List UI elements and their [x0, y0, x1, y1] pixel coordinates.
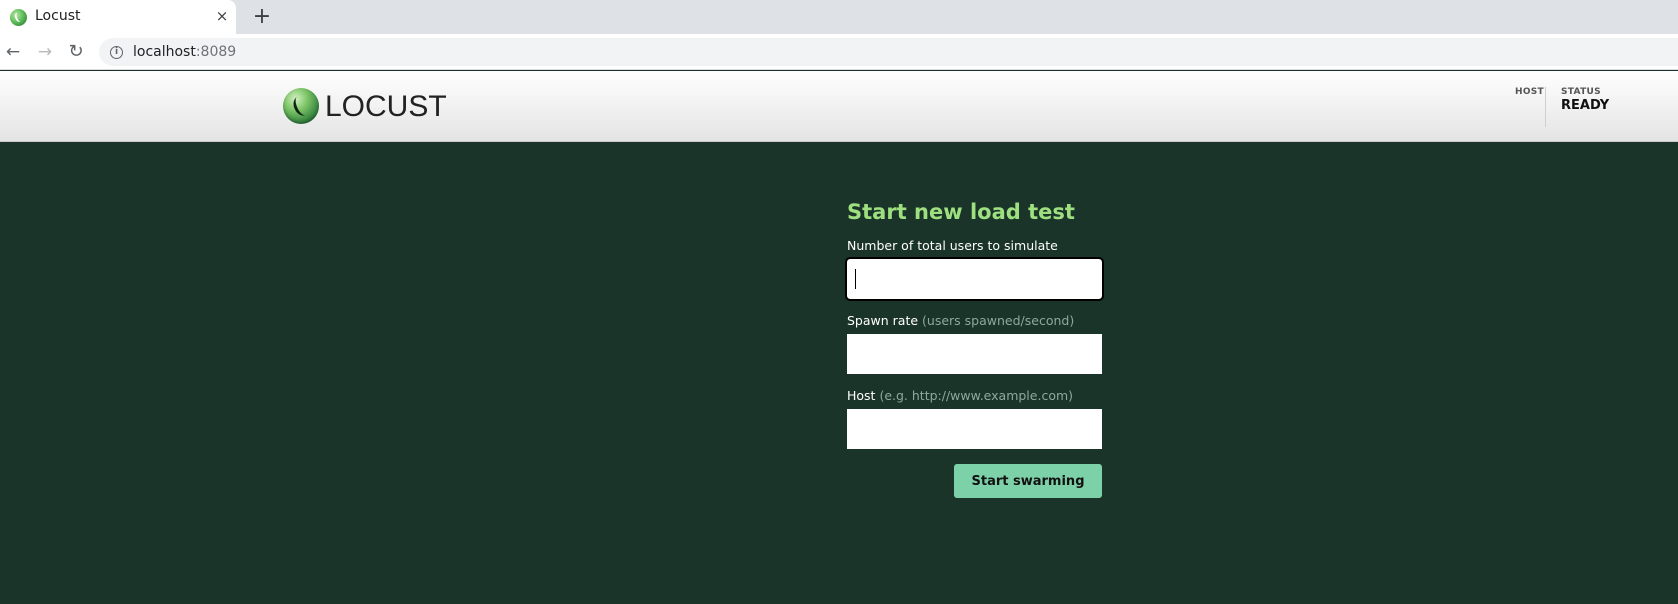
tab-title: Locust [35, 8, 81, 24]
host-field-label-text: Host [847, 388, 876, 403]
reload-icon[interactable]: ↻ [64, 40, 88, 64]
host-field-hint: (e.g. http://www.example.com) [879, 388, 1074, 403]
url-text[interactable]: localhost:8089 [133, 44, 236, 60]
logo-text: LOCUST [325, 90, 447, 123]
users-label: Number of total users to simulate [847, 238, 1102, 253]
status-value: READY [1561, 98, 1610, 113]
site-info-icon[interactable]: i [110, 46, 123, 59]
spawn-rate-input[interactable] [847, 334, 1102, 374]
forward-arrow-icon[interactable]: → [33, 40, 57, 64]
url-host: localhost [133, 44, 196, 60]
address-bar[interactable]: i localhost:8089 [99, 38, 1678, 66]
host-label: HOST [1514, 87, 1544, 97]
site-header: LOCUST HOST STATUS READY [0, 71, 1678, 142]
submit-row: Start swarming [847, 449, 1102, 499]
locust-logo-icon [283, 88, 319, 124]
browser-tabstrip: Locust × + [0, 0, 1678, 34]
locust-favicon-icon [10, 9, 27, 26]
browser-toolbar: ← → ↻ i localhost:8089 [0, 34, 1678, 70]
users-label-text: Number of total users to simulate [847, 238, 1058, 253]
users-input[interactable] [845, 257, 1104, 301]
url-port: :8089 [195, 44, 237, 60]
status-label: STATUS [1561, 87, 1601, 97]
host-input[interactable] [847, 409, 1102, 449]
close-icon[interactable]: × [212, 6, 232, 26]
spawn-rate-label-text: Spawn rate [847, 313, 919, 328]
spawn-rate-hint: (users spawned/second) [922, 313, 1075, 328]
start-load-test-form: Start new load test Number of total user… [845, 200, 1104, 499]
spawn-rate-label: Spawn rate (users spawned/second) [847, 313, 1102, 328]
start-swarming-button[interactable]: Start swarming [954, 464, 1102, 498]
header-status: STATUS READY [1545, 87, 1609, 127]
form-title: Start new load test [847, 200, 1075, 224]
new-tab-icon[interactable]: + [250, 5, 274, 29]
host-field-label: Host (e.g. http://www.example.com) [847, 388, 1102, 403]
back-arrow-icon[interactable]: ← [1, 40, 25, 64]
users-input-wrap [845, 257, 1104, 301]
text-caret [855, 269, 856, 289]
header-host: HOST [1490, 87, 1544, 98]
browser-tab[interactable]: Locust × [0, 0, 236, 34]
